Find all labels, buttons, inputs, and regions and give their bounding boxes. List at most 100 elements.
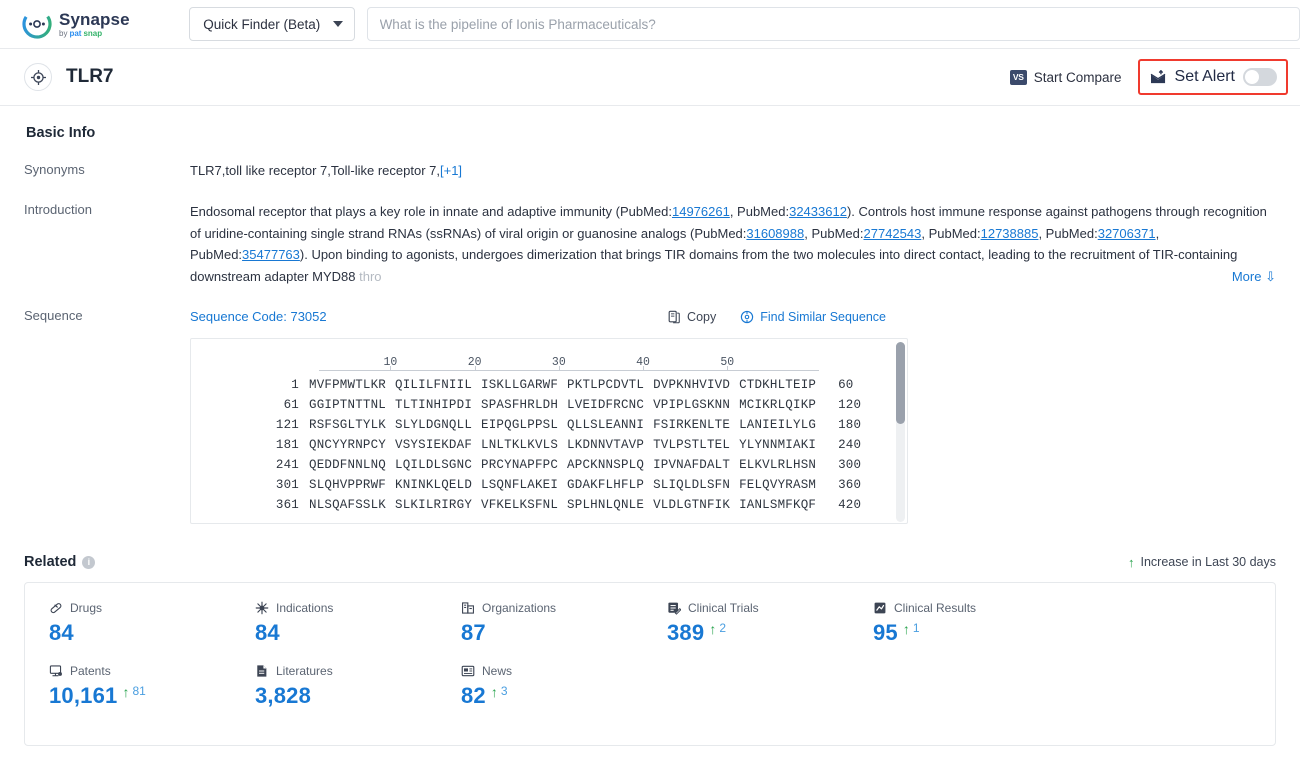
sequence-label: Sequence	[24, 308, 83, 323]
sequence-chunk: QEDDFNNLNQ	[309, 458, 387, 472]
basic-info-heading: Basic Info	[26, 125, 96, 141]
clinical-trial-icon	[667, 601, 681, 615]
synonyms-row: Synonyms TLR7,toll like receptor 7,Toll-…	[24, 161, 1276, 181]
sequence-chunk: QILILFNIIL	[395, 378, 473, 392]
stat-value[interactable]: 95	[873, 620, 898, 646]
sequence-viewer[interactable]: 10 20 30 40 50 1 MVFPMWTLKR QILILFNIIL ISKLLGAR…	[190, 338, 908, 524]
stat-label: Organizations	[482, 601, 557, 615]
quick-finder-dropdown[interactable]: Quick Finder (Beta)	[189, 7, 355, 41]
copy-sequence-button[interactable]: Copy	[667, 307, 716, 327]
organization-icon	[461, 601, 475, 615]
stat-value[interactable]: 84	[49, 620, 74, 646]
related-stat-literatures[interactable]: Literatures 3,828	[255, 664, 461, 709]
sequence-chunk: KNINKLQELD	[395, 478, 473, 492]
stat-head: Clinical Results	[873, 601, 1079, 615]
sequence-line: 241 QEDDFNNLNQ LQILDLSGNC PRCYNAPFPC APCKNNS…	[191, 455, 907, 475]
sequence-chunk: ELKVLRLHSN	[739, 458, 817, 472]
search-input[interactable]	[379, 8, 1287, 40]
set-alert-toggle[interactable]	[1243, 68, 1277, 86]
intro-seg-4: , PubMed:	[804, 225, 864, 241]
sequence-chunk: VFKELKSFNL	[481, 498, 559, 512]
info-icon[interactable]: i	[82, 555, 96, 569]
introduction-text-block: Endosomal receptor that plays a key role…	[190, 201, 1276, 287]
set-alert-control[interactable]: Set Alert	[1137, 59, 1288, 95]
ruler-tick	[643, 366, 645, 371]
stat-value[interactable]: 10,161	[49, 683, 118, 709]
pubmed-link-27742543[interactable]: 27742543	[864, 226, 922, 241]
pubmed-link-35477763[interactable]: 35477763	[242, 247, 300, 262]
sequence-chunk: LQILDLSGNC	[395, 458, 473, 472]
stat-delta: ↑ 81	[122, 683, 146, 700]
intro-seg-8: ). Upon binding to agonists, undergoes d…	[190, 247, 1238, 284]
find-similar-icon	[740, 310, 754, 324]
stat-head: Indications	[255, 601, 461, 615]
synapse-logo-icon	[22, 9, 52, 39]
sequence-code-link[interactable]: Sequence Code: 73052	[190, 307, 327, 327]
sequence-end-index: 60	[838, 378, 854, 392]
stat-label: Patents	[70, 664, 111, 678]
sequence-residues: MVFPMWTLKR QILILFNIIL ISKLLGARWF PKTLPCDVTL…	[309, 375, 816, 395]
related-stat-clinical-results[interactable]: Clinical Results 95 ↑ 1	[873, 601, 1079, 646]
introduction-label: Introduction	[24, 202, 92, 217]
stat-value[interactable]: 87	[461, 620, 486, 646]
pill-icon	[49, 601, 63, 615]
related-stat-patents[interactable]: Patents 10,161 ↑ 81	[49, 664, 255, 709]
sequence-chunk: PRCYNAPFPC	[481, 458, 559, 472]
pubmed-link-31608988[interactable]: 31608988	[746, 226, 804, 241]
sequence-header: Sequence Code: 73052 Copy Find Similar S…	[190, 307, 1276, 327]
related-stat-news[interactable]: News 82 ↑ 3	[461, 664, 667, 709]
increase-legend-label: Increase in Last 30 days	[1140, 555, 1277, 569]
sequence-chunk: LVEIDFRCNC	[567, 398, 645, 412]
introduction-more-link[interactable]: More ⇩	[1228, 267, 1276, 287]
quick-finder-label: Quick Finder (Beta)	[203, 16, 321, 32]
virus-icon	[255, 601, 269, 615]
intro-seg-2: , PubMed:	[729, 204, 790, 219]
arrow-up-icon: ↑	[122, 684, 130, 700]
pubmed-link-14976261[interactable]: 14976261	[672, 204, 730, 219]
stat-value[interactable]: 82	[461, 683, 486, 709]
pubmed-link-32433612[interactable]: 32433612	[789, 204, 847, 219]
sequence-start-index: 1	[291, 378, 299, 392]
intro-seg-5: , PubMed:	[921, 225, 981, 241]
related-stat-drugs[interactable]: Drugs 84	[49, 601, 255, 646]
related-stat-clinical-trials[interactable]: Clinical Trials 389 ↑ 2	[667, 601, 873, 646]
sequence-scrollbar-thumb[interactable]	[896, 342, 905, 424]
arrow-up-icon: ↑	[1128, 554, 1135, 570]
chevron-down-icon	[332, 21, 343, 27]
search-bar[interactable]	[366, 7, 1300, 41]
sequence-start-index: 241	[275, 458, 299, 472]
chevron-double-down-icon: ⇩	[1265, 269, 1276, 284]
sequence-viewer-inner: 10 20 30 40 50 1 MVFPMWTLKR QILILFNIIL ISKLLGAR…	[191, 339, 907, 515]
pubmed-link-12738885[interactable]: 12738885	[981, 226, 1039, 241]
sequence-row: Sequence Sequence Code: 73052 Copy Find …	[24, 307, 1276, 524]
stat-label: Clinical Results	[894, 601, 977, 615]
start-compare-button[interactable]: VS Start Compare	[1009, 69, 1122, 85]
sequence-chunk: SLKILRIRGY	[395, 498, 473, 512]
synonyms-more-link[interactable]: [+1]	[440, 163, 462, 178]
more-label: More	[1231, 269, 1262, 284]
sequence-chunk: MVFPMWTLKR	[309, 378, 387, 392]
stat-value[interactable]: 84	[255, 620, 280, 646]
pubmed-link-32706371[interactable]: 32706371	[1098, 226, 1156, 241]
sequence-end-index: 420	[838, 498, 862, 512]
intro-fade-tail: thro	[355, 268, 382, 284]
stat-label: Drugs	[70, 601, 103, 615]
sequence-chunk: VPIPLGSKNN	[653, 398, 731, 412]
related-stat-indications[interactable]: Indications 84	[255, 601, 461, 646]
find-similar-sequence-button[interactable]: Find Similar Sequence	[740, 307, 886, 327]
stat-value[interactable]: 3,828	[255, 683, 311, 709]
sequence-chunk: DVPKNHVIVD	[653, 378, 731, 392]
target-icon	[24, 63, 52, 91]
sequence-chunk: LNLTKLKVLS	[481, 438, 559, 452]
sequence-chunk: VLDLGTNFIK	[653, 498, 731, 512]
synapse-logo[interactable]: Synapse by pat snap	[22, 9, 167, 39]
news-icon	[461, 664, 475, 678]
stat-label: Indications	[276, 601, 334, 615]
stat-value[interactable]: 389	[667, 620, 704, 646]
related-stat-organizations[interactable]: Organizations 87	[461, 601, 667, 646]
sequence-scrollbar[interactable]	[896, 342, 905, 522]
sequence-chunk: GDAKFLHFLP	[567, 478, 645, 492]
sequence-chunk: TLTINHIPDI	[395, 398, 473, 412]
sequence-chunk: ISKLLGARWF	[481, 378, 559, 392]
entity-header: TLR7 VS Start Compare Set Alert	[0, 49, 1300, 106]
